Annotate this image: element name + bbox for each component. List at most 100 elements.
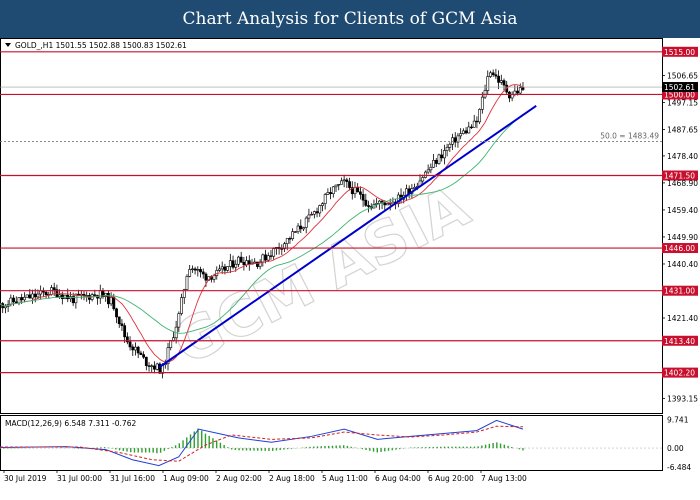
- candle-body: [464, 130, 468, 134]
- candle-body: [326, 192, 330, 195]
- candle-body: [461, 130, 465, 134]
- candle-body: [291, 231, 295, 239]
- candle-body: [434, 160, 438, 164]
- candle-body: [299, 225, 303, 230]
- candle-body: [348, 181, 351, 188]
- candle-body: [424, 171, 427, 178]
- level-price-box: 1413.40: [662, 335, 698, 346]
- candle-body: [177, 313, 181, 328]
- candle-body: [437, 154, 441, 164]
- candle-body: [353, 187, 357, 195]
- x-tick-label: 5 Aug 11:00: [322, 474, 368, 483]
- candle-body: [497, 75, 500, 83]
- candle-body: [28, 294, 32, 299]
- candle-body: [440, 154, 444, 159]
- candle-body: [20, 297, 24, 301]
- candle-body: [472, 120, 476, 128]
- level-price-box: 1431.00: [662, 285, 698, 296]
- candle-body: [106, 292, 110, 305]
- candle-body: [386, 203, 389, 206]
- candle-body: [358, 191, 362, 195]
- level-price-text: 1431.00: [664, 287, 695, 296]
- candle-body: [4, 306, 7, 309]
- macd-y-tick-label: 0.00: [667, 444, 684, 453]
- x-tick-label: 31 Jul 00:00: [57, 474, 102, 483]
- candle-body: [44, 291, 48, 295]
- candle-body: [188, 269, 192, 277]
- candle-body: [120, 323, 124, 326]
- candle-body: [364, 199, 368, 206]
- candle-body: [82, 293, 86, 296]
- candle-body: [134, 346, 137, 351]
- candle-body: [247, 260, 251, 265]
- candle-body: [367, 205, 370, 207]
- candle-body: [117, 316, 121, 325]
- x-tick-label: 31 Jul 16:00: [110, 474, 155, 483]
- candle-body: [315, 211, 319, 214]
- candle-body: [155, 363, 159, 370]
- candle-body: [98, 290, 102, 299]
- x-tick-label: 6 Aug 20:00: [428, 474, 474, 483]
- candle-body: [228, 260, 232, 267]
- symbol-info: GOLD_,H1 1501.55 1502.88 1500.83 1502.61: [15, 41, 187, 50]
- candle-body: [58, 294, 62, 297]
- candle-body: [239, 256, 243, 263]
- candle-body: [445, 146, 449, 151]
- candle-body: [483, 90, 487, 98]
- candle-body: [494, 74, 498, 77]
- candle-body: [480, 96, 484, 110]
- current-price-text: 1502.61: [664, 83, 695, 92]
- candle-body: [131, 346, 135, 351]
- candle-body: [312, 211, 316, 215]
- chart-canvas: GCM ASIA 50.0 = 1483.491515.001500.00147…: [0, 38, 698, 483]
- candle-body: [128, 341, 132, 348]
- candle-body: [467, 126, 471, 134]
- candle-body: [123, 325, 127, 338]
- level-price-text: 1515.00: [664, 48, 695, 57]
- y-tick-label: 1487.65: [667, 126, 698, 135]
- y-tick-label: 1459.40: [667, 206, 698, 215]
- candle-body: [442, 150, 446, 159]
- candle-body: [459, 133, 463, 137]
- candle-body: [266, 255, 270, 261]
- candle-body: [521, 87, 525, 90]
- candle-body: [193, 268, 197, 271]
- trendline: [158, 105, 537, 369]
- candle-body: [25, 294, 29, 298]
- candle-body: [448, 143, 452, 148]
- candle-body: [307, 214, 311, 219]
- level-price-box: 1402.20: [662, 367, 698, 378]
- candle-body: [508, 91, 511, 99]
- macd-label: MACD(12,26,9) 6.548 7.311 -0.762: [5, 419, 136, 428]
- candle-body: [342, 179, 346, 182]
- candle-body: [296, 225, 300, 233]
- macd-signal-line: [0, 425, 523, 462]
- macd-y-tick-label: 9.741: [667, 416, 689, 425]
- symbol-dropdown-icon[interactable]: [5, 43, 11, 47]
- candle-body: [323, 194, 327, 204]
- candle-body: [242, 261, 246, 266]
- candle-body: [345, 179, 349, 182]
- candle-body: [144, 356, 148, 366]
- candle-body: [432, 160, 435, 168]
- candle-body: [253, 261, 257, 264]
- y-tick-label: 1468.90: [667, 179, 698, 188]
- candle-body: [475, 120, 479, 123]
- macd-y-tick-label: -6.484: [667, 463, 691, 472]
- fib-level-label: 50.0 = 1483.49: [600, 131, 659, 140]
- candle-body: [304, 217, 308, 228]
- candle-body: [478, 109, 482, 123]
- candle-body: [293, 231, 297, 233]
- candle-body: [22, 296, 26, 301]
- candle-body: [261, 254, 265, 263]
- x-tick-label: 30 Jul 2019: [4, 474, 47, 483]
- candle-body: [204, 273, 208, 281]
- candle-body: [288, 238, 292, 240]
- watermark: GCM ASIA: [162, 172, 479, 378]
- x-tick-label: 7 Aug 13:00: [481, 474, 527, 483]
- candle-body: [231, 260, 235, 268]
- candle-body: [334, 184, 338, 188]
- candle-body: [199, 269, 202, 273]
- candle-body: [413, 186, 416, 189]
- current-price-box: 1502.61: [662, 82, 698, 93]
